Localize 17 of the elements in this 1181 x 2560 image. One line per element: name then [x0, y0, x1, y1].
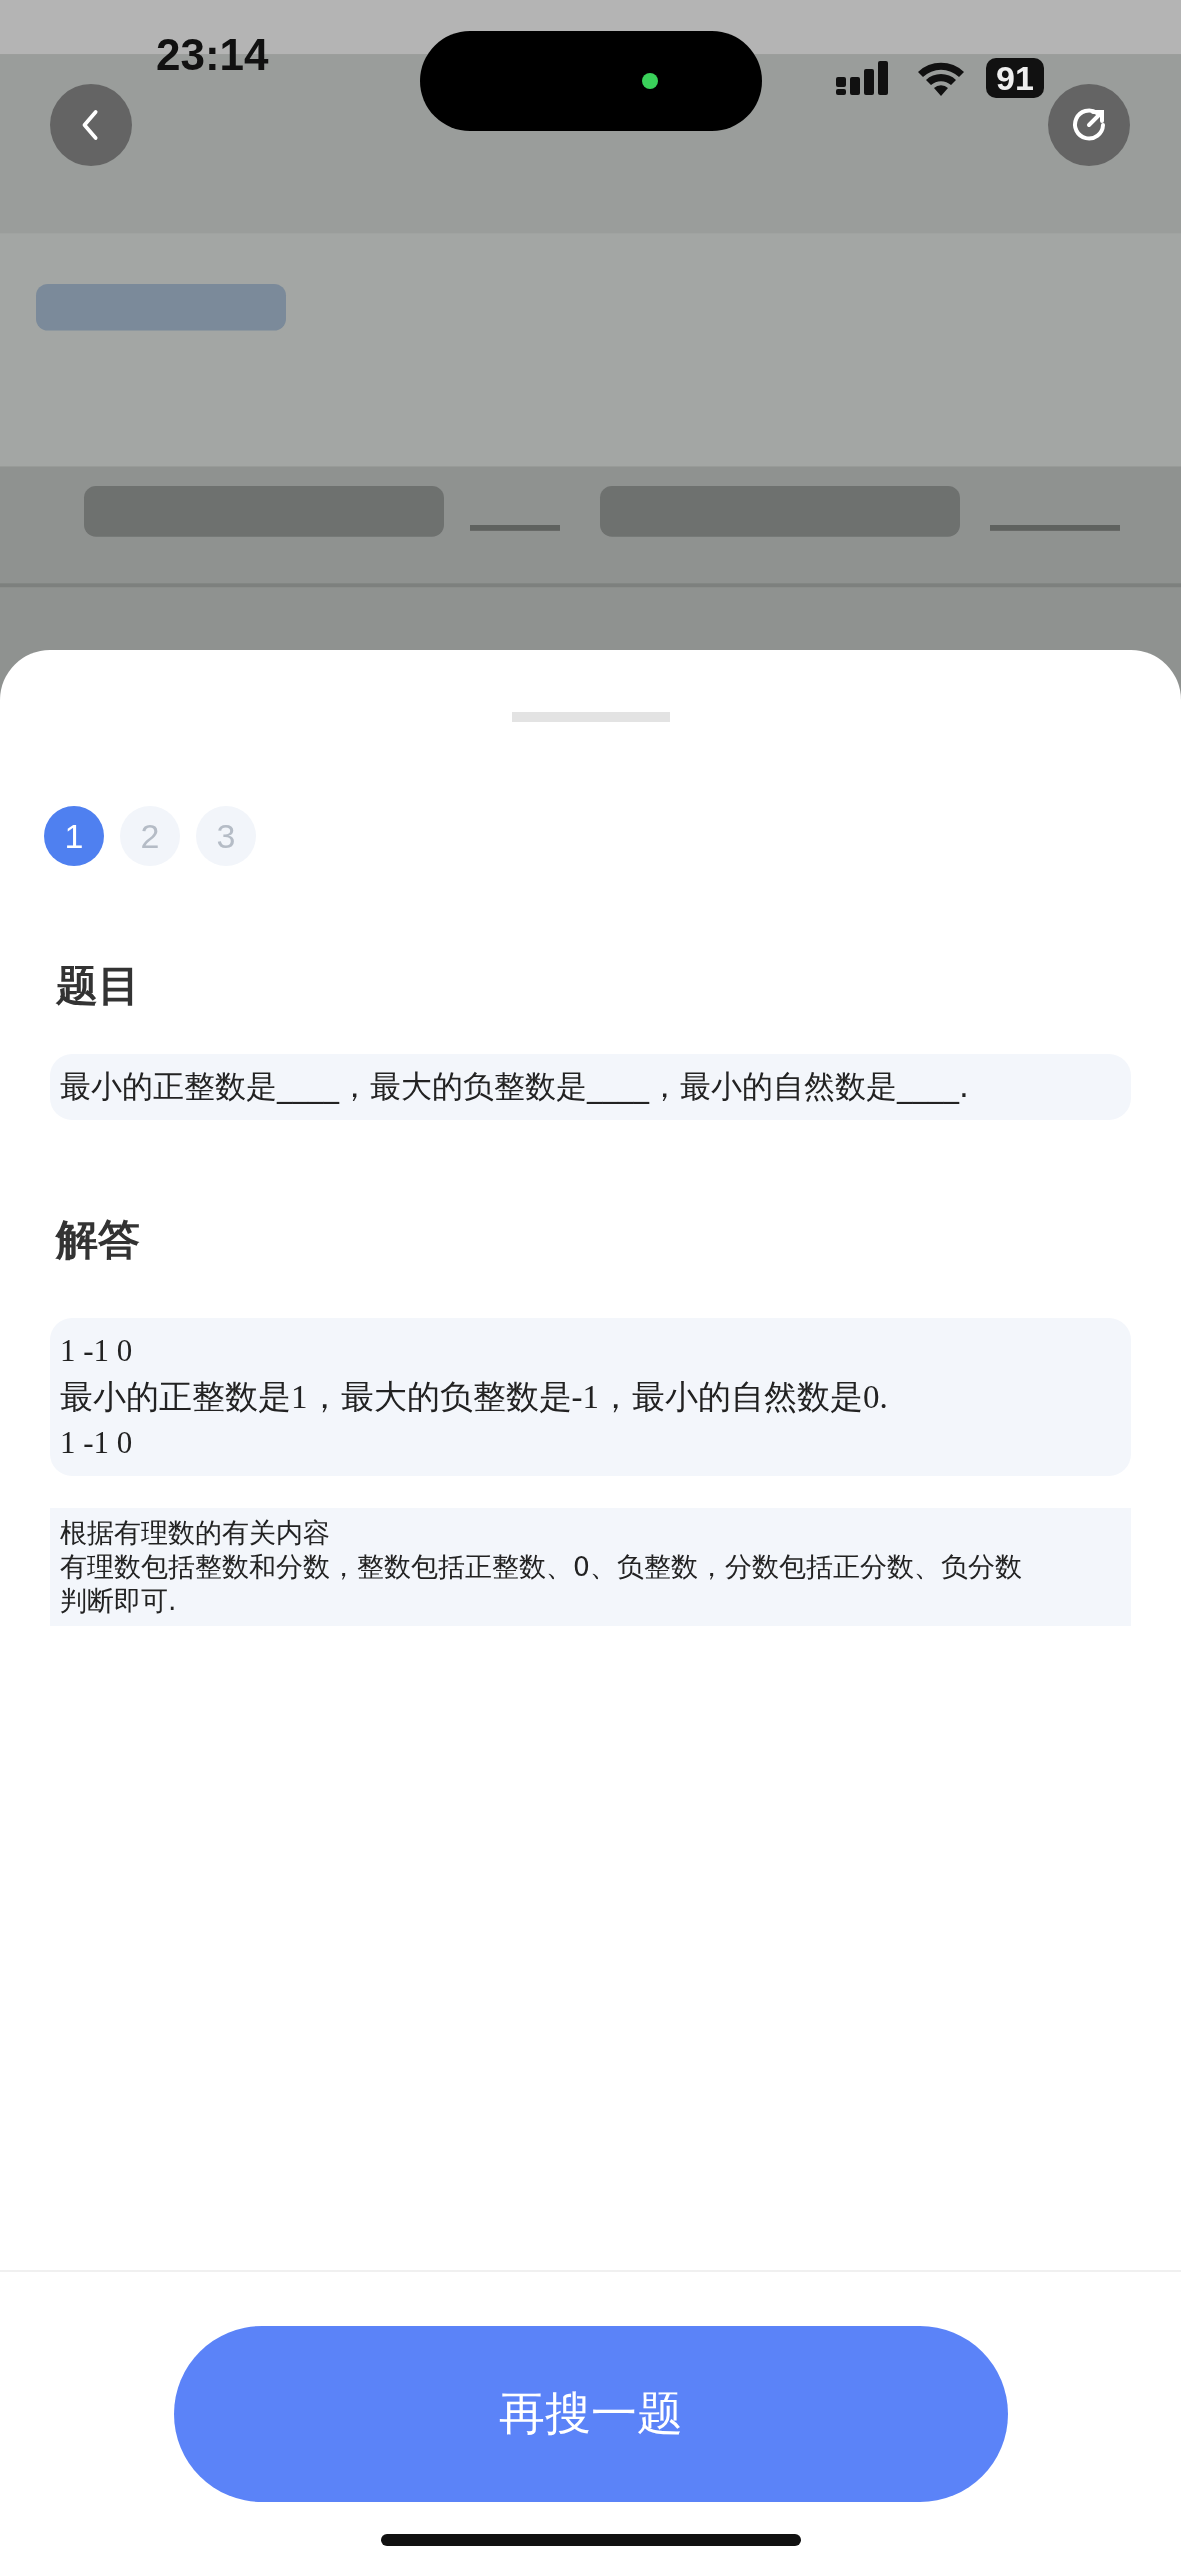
status-time: 23:14	[156, 30, 269, 80]
drag-handle[interactable]	[511, 712, 670, 722]
analysis-line: 判断即可.	[60, 1584, 178, 1618]
answer-line: 1 -1 0	[60, 1332, 134, 1370]
section-heading: 解答	[56, 1214, 141, 1266]
analysis-line: 有理数包括整数和分数，整数包括正整数、0、负整数，分数包括正分数、负分数	[60, 1550, 1023, 1584]
section-heading: 题目	[56, 960, 141, 1012]
search-again-button[interactable]: 再搜一题	[173, 2326, 1008, 2502]
step-tab[interactable]: 3	[196, 806, 256, 866]
answer-line: 最小的正整数是1，最大的负整数是-1，最小的自然数是0.	[60, 1378, 889, 1417]
battery-indicator: 91	[986, 58, 1044, 98]
question-text: 最小的正整数是____，最大的负整数是____，最小的自然数是____.	[60, 1067, 970, 1106]
step-tab[interactable]: 1	[44, 806, 104, 866]
answer-line: 1 -1 0	[60, 1424, 134, 1462]
analysis-line: 根据有理数的有关内容	[60, 1516, 331, 1550]
step-tab[interactable]: 2	[120, 806, 180, 866]
wifi-icon	[916, 60, 966, 96]
